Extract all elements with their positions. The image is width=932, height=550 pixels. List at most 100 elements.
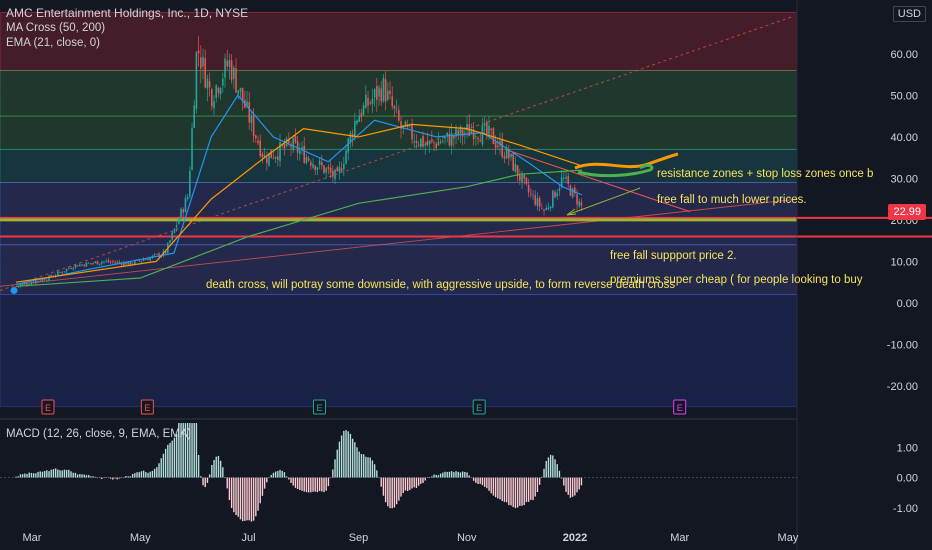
candle-body (85, 262, 88, 267)
macd-bar (545, 461, 547, 478)
candle-body (204, 58, 207, 88)
annotation-free-fall[interactable]: free fall to much lower prices. (657, 194, 807, 206)
candle-body (523, 174, 526, 179)
macd-bar (109, 477, 112, 479)
candle-body (35, 280, 37, 284)
macd-bar (140, 471, 143, 478)
macd-bar (413, 477, 415, 488)
candle-body (514, 163, 517, 172)
macd-bar (112, 477, 114, 480)
candle-body (171, 232, 174, 240)
macd-bar (547, 457, 550, 478)
macd-bar (521, 477, 523, 506)
macd-bar (294, 477, 297, 488)
time-tick-label-5: 2022 (563, 532, 587, 544)
macd-bar (530, 477, 532, 500)
ema-indicator-label[interactable]: EMA (21, close, 0) (6, 36, 248, 51)
candle-body (239, 88, 242, 92)
candle-body (68, 268, 70, 270)
macd-bar (389, 477, 391, 509)
candle-body (312, 163, 314, 168)
macd-bar (195, 423, 198, 478)
macd-bar (466, 472, 468, 478)
macd-bar (118, 477, 121, 479)
candle-body (76, 265, 79, 267)
macd-bar (393, 477, 396, 508)
price-tick-label-5: 10.00 (890, 256, 918, 268)
candle-body (527, 184, 530, 193)
macd-bar (239, 477, 242, 520)
macd-bar (519, 477, 521, 506)
macd-bar (65, 469, 68, 478)
macd-bar (345, 430, 347, 478)
candle-body (226, 60, 229, 67)
candle-body (382, 77, 385, 101)
macd-bar (114, 477, 116, 479)
macd-bar (481, 477, 484, 486)
candle-body (345, 150, 347, 164)
macd-bar (422, 477, 424, 483)
macd-bar (226, 477, 228, 489)
candle-body (296, 141, 299, 153)
candle-body (538, 197, 541, 207)
currency-label[interactable]: USD (892, 6, 926, 22)
candle-body (98, 263, 101, 265)
candle-body (387, 90, 389, 100)
candle-body (415, 140, 418, 144)
candle-body (490, 128, 493, 130)
macd-bar (332, 469, 334, 478)
earnings-marker-label-0: E (45, 403, 51, 413)
macd-bar (424, 477, 426, 481)
macd-bar (208, 474, 211, 478)
candle-body (310, 162, 312, 166)
candle-body (230, 60, 233, 81)
candle-body (61, 272, 64, 274)
macd-bar (578, 477, 580, 490)
macd-bar (567, 477, 569, 495)
macd-bar (39, 471, 41, 478)
macd-label[interactable]: MACD (12, 26, close, 9, EMA, EMA) (6, 428, 191, 440)
candle-body (525, 177, 528, 185)
candle-body (321, 162, 323, 166)
macd-bar (292, 477, 294, 486)
macd-bar (149, 471, 151, 478)
annotation-death-cross[interactable]: death cross, will potray some downside, … (206, 279, 675, 291)
macd-bar (290, 477, 292, 483)
macd-bar (406, 477, 409, 491)
candle-body (235, 68, 237, 93)
candle-body (327, 166, 330, 169)
macd-bar (538, 477, 541, 485)
macd-bar (354, 442, 356, 478)
candle-body (371, 98, 374, 104)
macd-bar (48, 471, 50, 478)
ma-cross-indicator-label[interactable]: MA Cross (50, 200) (6, 21, 248, 36)
candle-body (301, 147, 303, 150)
annotation-resistance[interactable]: resistance zones + stop loss zones once … (657, 168, 873, 180)
macd-bar (46, 470, 48, 478)
candle-body (74, 264, 77, 268)
annotation-support-2[interactable]: free fall suppport price 2. (610, 250, 737, 262)
macd-bar (494, 477, 497, 498)
symbol-title[interactable]: AMC Entertainment Holdings, Inc., 1D, NY… (6, 6, 248, 21)
macd-bar (90, 476, 92, 478)
macd-bar (323, 477, 325, 493)
candle-body (530, 193, 532, 195)
macd-bar (37, 471, 39, 478)
macd-bar (259, 477, 261, 504)
macd-bar (371, 460, 374, 478)
macd-bar (50, 469, 52, 478)
macd-bar (340, 435, 343, 478)
macd-bar (257, 477, 259, 511)
macd-bar (41, 471, 44, 478)
candle-body (272, 157, 275, 159)
macd-bar (415, 477, 418, 489)
macd-bar (81, 474, 83, 478)
candle-body (521, 174, 523, 183)
macd-bar (83, 474, 85, 478)
macd-bar (446, 471, 448, 478)
macd-bar (360, 454, 363, 478)
macd-bar (138, 472, 140, 478)
macd-bar (483, 477, 486, 487)
macd-bar (171, 440, 173, 478)
candle-body (510, 153, 512, 157)
